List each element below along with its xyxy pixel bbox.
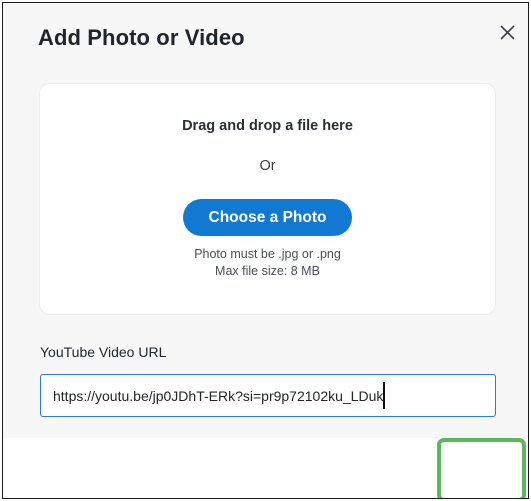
- youtube-url-label: YouTube Video URL: [40, 344, 167, 360]
- text-cursor: [383, 382, 385, 409]
- page-title: Add Photo or Video: [38, 25, 245, 50]
- file-dropzone[interactable]: Drag and drop a file here Or Choose a Ph…: [39, 83, 496, 315]
- file-size-hint: Max file size: 8 MB: [215, 264, 320, 278]
- screenshot-root: Add Photo or Video Drag and drop a file …: [0, 0, 531, 501]
- dropzone-or-separator: Or: [259, 158, 276, 174]
- youtube-url-input[interactable]: [40, 374, 496, 417]
- add-photo-or-video-dialog: Add Photo or Video Drag and drop a file …: [2, 2, 529, 499]
- dialog-body: Add Photo or Video Drag and drop a file …: [3, 3, 528, 438]
- file-type-hint: Photo must be .jpg or .png: [194, 247, 341, 261]
- choose-a-photo-button[interactable]: Choose a Photo: [182, 199, 353, 236]
- dialog-footer: Cancel Next: [3, 439, 528, 498]
- close-icon[interactable]: [493, 18, 521, 46]
- dropzone-instruction: Drag and drop a file here: [182, 118, 353, 134]
